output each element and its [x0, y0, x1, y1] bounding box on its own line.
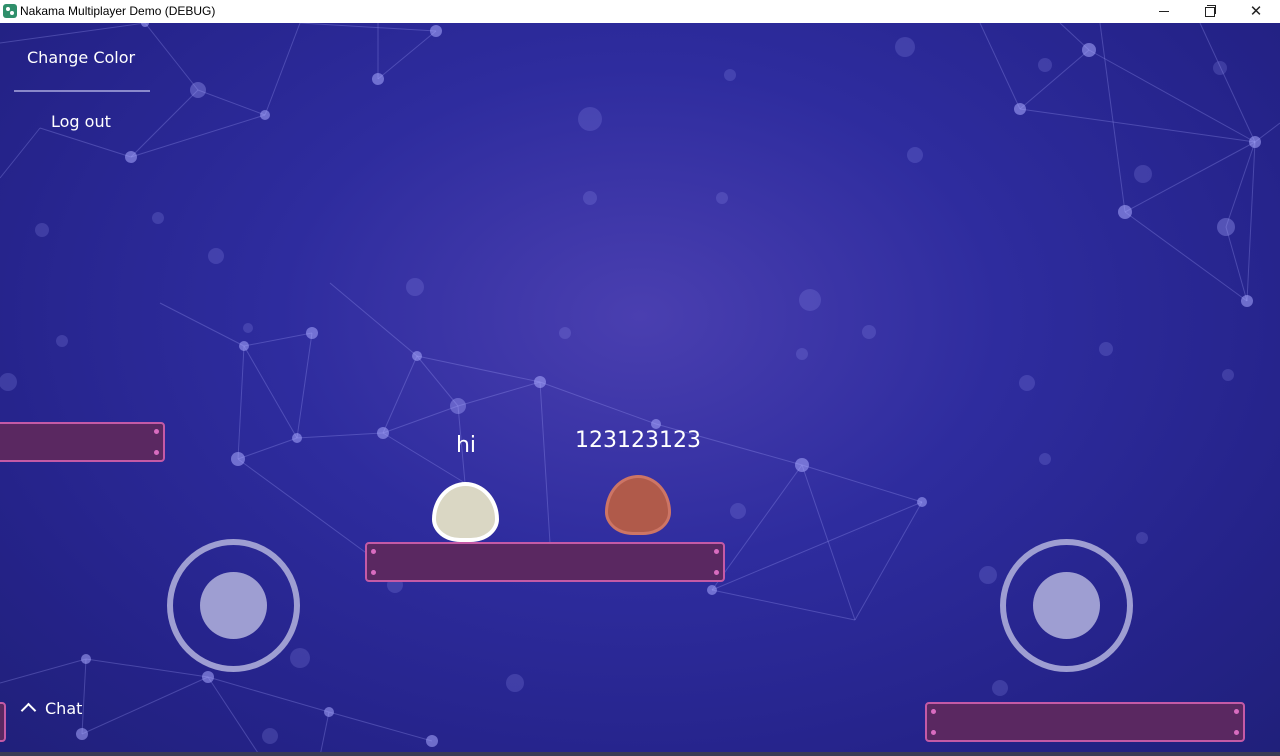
platform-rivet	[154, 429, 159, 434]
close-button[interactable]: ✕	[1233, 0, 1279, 23]
platform-rivet	[1234, 730, 1239, 735]
game-window: Nakama Multiplayer Demo (DEBUG) ✕ Change…	[0, 0, 1280, 756]
platform-rivet	[714, 549, 719, 554]
minimize-button[interactable]	[1141, 0, 1187, 23]
action-joystick-knob[interactable]	[1033, 572, 1100, 639]
game-viewport: Change Color Log out hi 123123123 Chat	[0, 23, 1280, 756]
platform-bottom-right	[925, 702, 1245, 742]
title-bar: Nakama Multiplayer Demo (DEBUG) ✕	[0, 0, 1280, 24]
platform-rivet	[931, 730, 936, 735]
change-color-button[interactable]: Change Color	[27, 48, 135, 67]
window-title: Nakama Multiplayer Demo (DEBUG)	[20, 4, 216, 18]
platform-rivet	[931, 709, 936, 714]
move-joystick-knob[interactable]	[200, 572, 267, 639]
maximize-button[interactable]	[1187, 0, 1233, 23]
platform-rivet	[154, 450, 159, 455]
platform-rivet	[371, 570, 376, 575]
player-name-label: 123123123	[575, 428, 701, 453]
platform-bottom-left	[0, 702, 6, 742]
minimize-icon	[1159, 11, 1169, 12]
chat-label: Chat	[45, 699, 83, 718]
close-icon: ✕	[1249, 2, 1263, 20]
platform-rivet	[714, 570, 719, 575]
platform-center	[365, 542, 725, 582]
player-name-label: hi	[455, 433, 477, 458]
platform-rivet	[371, 549, 376, 554]
menu-divider	[14, 90, 150, 92]
platform-rivet	[1234, 709, 1239, 714]
window-bottom-edge	[0, 752, 1280, 756]
platform-left	[0, 422, 165, 462]
log-out-button[interactable]: Log out	[51, 112, 111, 131]
app-icon	[3, 4, 17, 18]
restore-icon	[1205, 5, 1216, 17]
